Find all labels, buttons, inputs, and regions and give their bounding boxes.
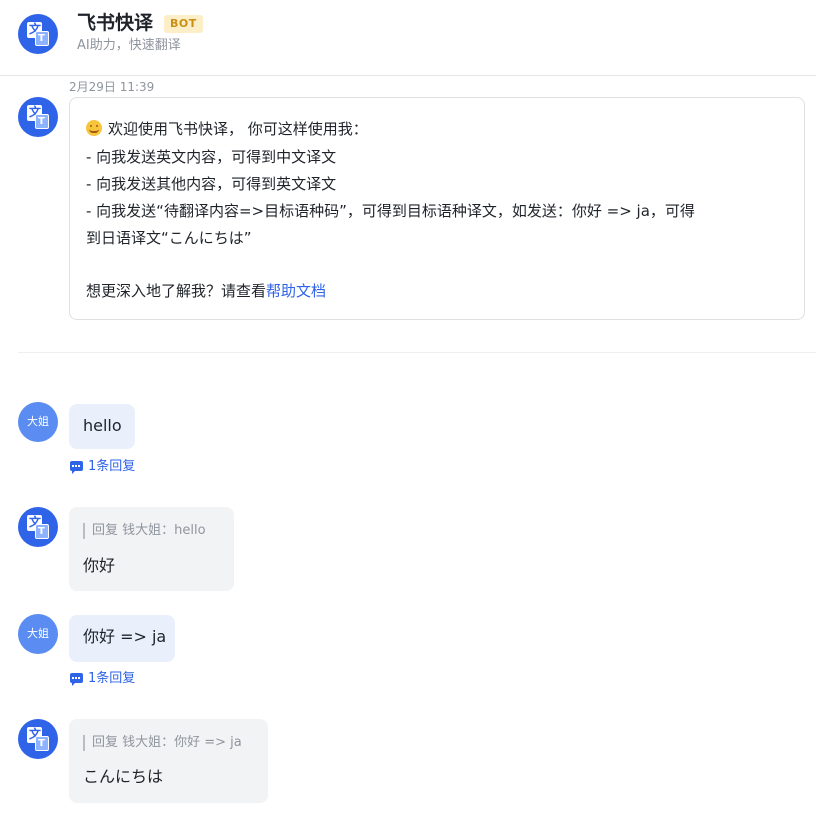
chat-header: 文 T 飞书快译 BOT AI助力，快速翻译 <box>0 0 816 76</box>
reply-quote: 回复 钱大姐：hello <box>83 523 206 539</box>
bot-badge: BOT <box>164 15 203 33</box>
thread-reply-label: 1条回复 <box>88 671 136 686</box>
comment-icon <box>70 673 83 686</box>
welcome-line: - 向我发送英文内容，可得到中文译文 <box>86 148 337 166</box>
divider <box>18 352 816 353</box>
comment-icon <box>70 461 83 474</box>
smiling-face-emoji <box>86 120 102 136</box>
welcome-line: 欢迎使用飞书快译， 你可这样使用我： <box>86 118 368 140</box>
thread-reply-link[interactable]: 1条回复 <box>70 670 135 688</box>
help-line: 想更深入地了解我？请查看帮助文档 <box>86 280 326 302</box>
user-avatar[interactable]: 大姐 <box>18 402 58 442</box>
welcome-line: 到日语译文“こんにちは” <box>86 229 252 247</box>
reply-text: 你好 <box>83 556 116 575</box>
user-message-bubble[interactable]: 你好 => ja <box>69 615 175 662</box>
help-doc-link[interactable]: 帮助文档 <box>266 282 326 300</box>
help-prefix: 想更深入地了解我？请查看 <box>86 282 267 300</box>
bot-reply-bubble[interactable]: 回复 钱大姐：hello 你好 <box>69 507 234 591</box>
bot-reply-bubble[interactable]: 回复 钱大姐：你好 => ja こんにちは <box>69 719 268 803</box>
chat-title: 飞书快译 <box>77 12 154 34</box>
thread-reply-link[interactable]: 1条回复 <box>70 458 135 476</box>
chat-subtitle: AI助力，快速翻译 <box>77 38 181 53</box>
welcome-line: - 向我发送其他内容，可得到英文译文 <box>86 175 337 193</box>
welcome-line: - 向我发送“待翻译内容=>目标语种码”，可得到目标语种译文，如发送：你好 =>… <box>86 202 695 220</box>
user-message-bubble[interactable]: hello <box>69 404 135 449</box>
translate-icon: 文 T <box>27 105 49 129</box>
user-avatar[interactable]: 大姐 <box>18 614 58 654</box>
reply-quote: 回复 钱大姐：你好 => ja <box>83 735 242 751</box>
message-timestamp: 2月29日 11:39 <box>69 80 155 94</box>
reply-text: こんにちは <box>83 767 164 786</box>
translate-icon: 文 T <box>27 515 49 539</box>
thread-reply-label: 1条回复 <box>88 459 136 474</box>
bot-avatar[interactable]: 文 T <box>18 97 58 137</box>
welcome-card: 欢迎使用飞书快译， 你可这样使用我： - 向我发送英文内容，可得到中文译文 - … <box>69 97 805 320</box>
bot-avatar[interactable]: 文 T <box>18 507 58 547</box>
bot-avatar[interactable]: 文 T <box>18 14 58 54</box>
translate-icon: 文 T <box>27 22 49 46</box>
translate-icon: 文 T <box>27 727 49 751</box>
bot-avatar[interactable]: 文 T <box>18 719 58 759</box>
